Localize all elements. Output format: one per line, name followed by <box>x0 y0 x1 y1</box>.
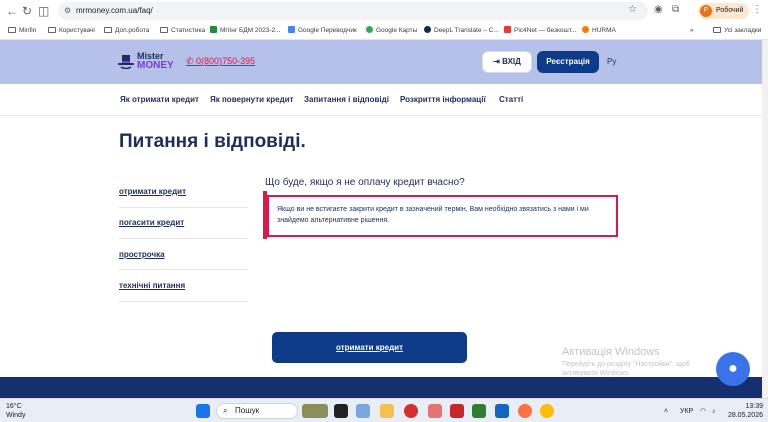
search-icon: ⌕ <box>223 406 228 415</box>
menu-item-faq[interactable]: Запитання і відповіді <box>304 95 389 105</box>
weather-widget[interactable]: 16°C Windy <box>6 402 25 420</box>
weather-condition: Windy <box>6 412 26 419</box>
menu-item-articles[interactable]: Статті <box>499 95 523 105</box>
sidebar-link-get-credit[interactable]: отримати кредит <box>119 187 186 197</box>
split-view-icon[interactable]: ◫ <box>38 4 49 18</box>
avatar: Р <box>700 5 712 17</box>
login-icon: ⇥ <box>493 57 503 66</box>
login-button[interactable]: ⇥ ВХІД <box>482 51 532 73</box>
clock-time: 13:39 <box>745 403 763 410</box>
profile-label: Робочий <box>716 7 744 14</box>
language-switch[interactable]: Ру <box>607 56 616 68</box>
bookmark-pic4net[interactable]: Pic4Net — безкошт... <box>504 26 576 36</box>
web-page: Mister MONEY ✆ 0(800)750-395 ⇥ ВХІД Реєс… <box>0 40 762 398</box>
get-credit-button[interactable]: отримати кредит <box>272 332 467 363</box>
phone-link[interactable]: ✆ 0(800)750-395 <box>186 55 255 67</box>
site-footer <box>0 377 762 398</box>
back-icon[interactable]: ← <box>6 4 18 18</box>
sidebar-link-repay-credit[interactable]: погасити кредит <box>119 218 184 228</box>
meet-icon <box>210 26 217 33</box>
folder-icon <box>713 27 721 33</box>
divider <box>119 238 248 239</box>
opera-icon[interactable] <box>404 404 418 418</box>
widgets-icon[interactable] <box>302 404 328 418</box>
address-row: ← ↻ ◫ ⚙ mrmoney.com.ua/faq/ ☆ ◉ ⧉ Р Робо… <box>0 0 768 22</box>
app-icon[interactable] <box>450 404 464 418</box>
divider <box>119 207 248 208</box>
input-language[interactable]: УКР <box>680 407 693 416</box>
menu-item-repay-credit[interactable]: Як повернути кредит <box>210 95 294 105</box>
site-info-icon[interactable]: ⚙ <box>64 2 71 20</box>
bookmark-google-maps[interactable]: Google Карты <box>366 26 417 36</box>
bookmark-deepl[interactable]: DeepL Translate – С... <box>424 26 499 36</box>
all-bookmarks[interactable]: Усі закладки <box>713 26 761 36</box>
file-explorer-icon[interactable] <box>380 404 394 418</box>
taskbar-search[interactable]: ⌕ Пошук <box>216 403 298 419</box>
start-icon[interactable] <box>196 404 210 418</box>
firefox-icon[interactable] <box>518 404 532 418</box>
menu-item-disclosure[interactable]: Розкриття інформації <box>400 95 486 105</box>
divider <box>119 269 248 270</box>
browser-chrome: ← ↻ ◫ ⚙ mrmoney.com.ua/faq/ ☆ ◉ ⧉ Р Робо… <box>0 0 768 40</box>
address-bar[interactable]: ⚙ mrmoney.com.ua/faq/ <box>58 2 648 20</box>
chat-button[interactable]: ● <box>716 352 750 386</box>
pic4net-icon <box>504 26 511 33</box>
maps-icon <box>366 26 373 33</box>
divider <box>119 301 248 302</box>
tray-overflow-icon[interactable]: ˄ <box>664 407 668 416</box>
extensions-icon[interactable]: ⧉ <box>672 4 679 15</box>
task-view-icon[interactable] <box>334 404 348 418</box>
bookmarks-overflow[interactable]: » <box>690 26 694 36</box>
menu-item-get-credit[interactable]: Як отримати кредит <box>120 95 199 105</box>
bookmark-stats[interactable]: Статистика <box>160 26 205 36</box>
bookmark-meeting[interactable]: Мітінг БДМ 2023-2... <box>210 26 281 36</box>
folder-icon <box>160 27 168 33</box>
system-clock[interactable]: 13:39 28.05.2026 <box>727 402 763 420</box>
register-button[interactable]: Реєстрація <box>537 51 599 73</box>
bookmark-minfin[interactable]: Minfin <box>8 26 36 36</box>
bookmarks-bar: Minfin Користувачі Доп.робота Статистика… <box>0 23 768 39</box>
bookmark-google-translate[interactable]: Google Переводчик <box>288 26 357 36</box>
folder-icon <box>48 27 56 33</box>
chrome-icon[interactable] <box>540 404 554 418</box>
bookmark-users[interactable]: Користувачі <box>48 26 95 36</box>
volume-icon[interactable]: ♪ <box>712 407 716 416</box>
windows-taskbar: 16°C Windy ⌕ Пошук ˄ УКР ◠ ♪ 13:39 28.05… <box>0 398 768 422</box>
bookmark-hurma[interactable]: HURMA <box>582 26 616 36</box>
activation-watermark-text: Перейдіть до розділу "Настройки", щоб ак… <box>562 361 690 377</box>
sidebar-link-overdue[interactable]: прострочка <box>119 250 165 260</box>
menu-kebab-icon[interactable]: ⋮ <box>752 4 762 15</box>
activation-watermark-title: Активація Windows <box>562 346 660 358</box>
camera-icon[interactable]: ◉ <box>654 4 663 15</box>
profile-button[interactable]: Р Робочий <box>698 3 750 19</box>
url-text: mrmoney.com.ua/faq/ <box>76 6 153 15</box>
phone-icon: ✆ <box>186 56 197 66</box>
translate-icon <box>288 26 295 33</box>
weather-temp: 16°C <box>6 403 22 410</box>
reload-icon[interactable]: ↻ <box>22 4 32 18</box>
wifi-icon[interactable]: ◠ <box>700 407 706 416</box>
faq-question[interactable]: Що буде, якщо я не оплачу кредит вчасно? <box>265 177 465 189</box>
main-menu: Як отримати кредит Як повернути кредит З… <box>0 84 762 116</box>
faq-answer: Якщо ви не встигаєте закрити кредит в за… <box>267 195 618 237</box>
site-header: Mister MONEY ✆ 0(800)750-395 ⇥ ВХІД Реєс… <box>0 40 762 84</box>
sidebar-link-tech-questions[interactable]: технічні питання <box>119 281 185 291</box>
deepl-icon <box>424 26 431 33</box>
page-title: Питання і відповіді. <box>119 131 306 152</box>
bookmark-side-job[interactable]: Доп.робота <box>104 26 149 36</box>
clock-date: 28.05.2026 <box>727 412 763 419</box>
excel-icon[interactable] <box>472 404 486 418</box>
folder-icon <box>8 27 16 33</box>
logo-text-bottom: MONEY <box>137 60 174 71</box>
chat-icon: ● <box>728 360 738 377</box>
copilot-icon[interactable] <box>356 404 370 418</box>
hurma-icon <box>582 26 589 33</box>
top-hat-icon <box>118 55 134 69</box>
folder-icon <box>104 27 112 33</box>
page-scrollbar[interactable] <box>762 40 768 398</box>
logo[interactable]: Mister MONEY <box>118 49 178 75</box>
bookmark-star-icon[interactable]: ☆ <box>628 4 637 15</box>
pdf-icon[interactable] <box>428 404 442 418</box>
word-icon[interactable] <box>495 404 509 418</box>
